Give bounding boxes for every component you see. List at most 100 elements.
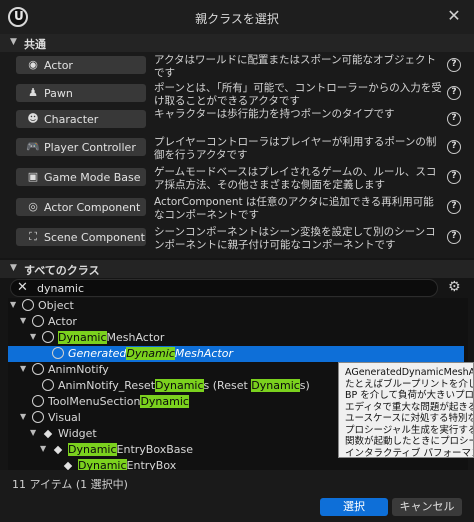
- gear-icon[interactable]: ⚙: [448, 279, 461, 295]
- expand-arrow-icon[interactable]: ▼: [10, 300, 16, 309]
- clear-search-icon[interactable]: ✕: [17, 280, 28, 295]
- all-classes-section-title: すべてのクラス: [24, 264, 100, 277]
- tree-row[interactable]: ▼ Object: [8, 298, 464, 314]
- class-icon: [32, 315, 44, 327]
- help-icon[interactable]: ?: [447, 200, 461, 214]
- actor-icon: ◉: [28, 58, 38, 71]
- class-icon: [52, 347, 64, 359]
- widget-class-icon: [53, 445, 63, 455]
- class-button-label: Player Controller: [44, 141, 136, 154]
- tooltip-line: BP を介して負荷が大きいプロシー: [345, 390, 474, 401]
- class-button-pawn[interactable]: ♟ Pawn: [16, 84, 146, 102]
- class-button-scene-component[interactable]: ⛶ Scene Component: [16, 228, 146, 246]
- close-button[interactable]: ✕: [444, 6, 464, 26]
- all-classes-section-header[interactable]: ▼ すべてのクラス: [0, 260, 474, 278]
- tree-row-label: DynamicEntryBox: [78, 459, 177, 470]
- tree-row[interactable]: ▼ Actor: [8, 314, 464, 330]
- expand-arrow-icon[interactable]: ▼: [30, 428, 36, 437]
- search-match-highlight: Dynamic: [251, 379, 300, 392]
- class-button-label: Actor Component: [44, 201, 141, 214]
- collapse-arrow-icon: ▼: [10, 37, 17, 47]
- class-icon: [32, 411, 44, 423]
- class-button-label: Pawn: [44, 87, 73, 100]
- class-button-label: Game Mode Base: [44, 171, 141, 184]
- help-icon[interactable]: ?: [447, 140, 461, 154]
- tree-row-label: DynamicEntryBoxBase: [68, 443, 194, 456]
- class-icon: [42, 379, 54, 391]
- tree-row[interactable]: DynamicEntryBox: [8, 458, 464, 470]
- search-box[interactable]: ✕: [10, 279, 438, 297]
- common-section-header[interactable]: ▼ 共通: [0, 34, 474, 52]
- search-input[interactable]: [37, 281, 427, 295]
- item-count-status: 11 アイテム (1 選択中): [12, 478, 128, 491]
- class-button-character[interactable]: ☻ Character: [16, 110, 146, 128]
- tree-row-label: AnimNotify_ResetDynamics (Reset Dynamics…: [58, 379, 310, 392]
- class-icon: [32, 395, 44, 407]
- common-classes-panel: ◉ Actor アクタはワールドに配置またはスポーン可能なオブジェクトです? ♟ Paw…: [0, 52, 474, 258]
- class-icon: [42, 331, 54, 343]
- tree-row-label: GeneratedDynamicMeshActor: [68, 347, 233, 360]
- search-match-highlight: Dynamic: [140, 395, 189, 408]
- class-icon: [32, 363, 44, 375]
- cancel-button[interactable]: キャンセル: [392, 498, 462, 516]
- tooltip-line: たとえばブループリントを介して、: [345, 378, 473, 390]
- expand-arrow-icon[interactable]: ▼: [20, 316, 26, 325]
- help-icon[interactable]: ?: [447, 230, 461, 244]
- tree-row-label: Visual: [48, 411, 81, 424]
- help-icon[interactable]: ?: [447, 170, 461, 184]
- help-icon[interactable]: ?: [447, 112, 461, 126]
- tree-row-label: Actor: [48, 315, 77, 328]
- select-button[interactable]: 選択: [320, 498, 388, 516]
- class-button-label: Character: [44, 113, 99, 126]
- scene-component-icon: ⛶: [29, 230, 37, 243]
- tooltip-line: ユースケースに対処する特別な基: [345, 413, 474, 424]
- search-match-highlight: Dynamic: [68, 443, 117, 456]
- common-section-title: 共通: [24, 38, 46, 51]
- tree-row[interactable]: GeneratedDynamicMeshActor: [8, 346, 464, 362]
- search-match-highlight: Dynamic: [126, 347, 175, 360]
- search-row: ✕ ⚙: [0, 278, 474, 300]
- expand-arrow-icon[interactable]: ▼: [20, 412, 26, 421]
- tooltip-line: 関数が起動したときにプロシージ: [345, 436, 474, 447]
- dialog-footer: 11 アイテム (1 選択中) 選択 キャンセル: [0, 470, 474, 522]
- class-description: キャラクターは歩行能力を持つポーンのタイプです: [154, 108, 395, 120]
- class-description: ゲームモードベースはプレイされるゲームの、ルール、スコア採点方法、その他さまざま…: [154, 166, 437, 191]
- class-button-game-mode-base[interactable]: ▣ Game Mode Base: [16, 168, 146, 186]
- class-button-player-controller[interactable]: 🎮 Player Controller: [16, 138, 146, 156]
- class-description: プレイヤーコントローラはプレイヤーが利用するポーンの制御を行うアクタです: [154, 136, 437, 161]
- class-icon: [22, 299, 34, 311]
- tree-row-label: DynamicMeshActor: [58, 331, 165, 344]
- tooltip-line: エディタで重大な問題が起きる可: [345, 401, 474, 413]
- character-icon: ☻: [27, 112, 39, 125]
- help-icon[interactable]: ?: [447, 58, 461, 72]
- help-icon[interactable]: ?: [447, 86, 461, 100]
- class-button-actor[interactable]: ◉ Actor: [16, 56, 146, 74]
- class-description: アクタはワールドに配置またはスポーン可能なオブジェクトです: [154, 54, 437, 79]
- widget-class-icon: [43, 429, 53, 439]
- class-tooltip: AGeneratedDynamicMeshActorたとえばブループリントを介し…: [338, 362, 474, 458]
- tooltip-line: インタラクティブ パフォーマンスが: [345, 447, 473, 458]
- window-title: 親クラスを選択: [195, 12, 279, 26]
- class-description: ActorComponent は任意のアクタに追加できる再利用可能なコンポーネン…: [154, 196, 434, 221]
- class-description: シーンコンポーネントはシーン変換を設定して別のシーンコンポーネントに親子付け可能…: [154, 226, 436, 251]
- tree-row-label: Widget: [58, 427, 97, 440]
- class-button-actor-component[interactable]: ◎ Actor Component: [16, 198, 146, 216]
- class-description: ポーンとは、「所有」可能で、コントローラーからの入力を受け取ることができるアクタ…: [154, 82, 442, 107]
- component-icon: ◎: [28, 200, 38, 213]
- tree-row[interactable]: ▼ DynamicMeshActor: [8, 330, 464, 346]
- pawn-icon: ♟: [28, 86, 38, 99]
- tree-row-label: Object: [38, 299, 74, 312]
- expand-arrow-icon[interactable]: ▼: [40, 444, 46, 453]
- gamepad-icon: 🎮: [26, 140, 40, 153]
- class-button-label: Scene Component: [44, 231, 145, 244]
- expand-arrow-icon[interactable]: ▼: [30, 332, 36, 341]
- tooltip-line: プロシージャル生成を実行するの: [345, 424, 474, 436]
- tooltip-line: AGeneratedDynamicMeshActor: [345, 367, 474, 378]
- search-match-highlight: Dynamic: [155, 379, 204, 392]
- widget-class-icon: [63, 461, 73, 470]
- search-match-highlight: Dynamic: [58, 331, 107, 344]
- game-mode-icon: ▣: [27, 170, 39, 183]
- class-button-label: Actor: [44, 59, 73, 72]
- expand-arrow-icon[interactable]: ▼: [20, 364, 26, 373]
- title-bar: 親クラスを選択 ✕: [0, 0, 474, 34]
